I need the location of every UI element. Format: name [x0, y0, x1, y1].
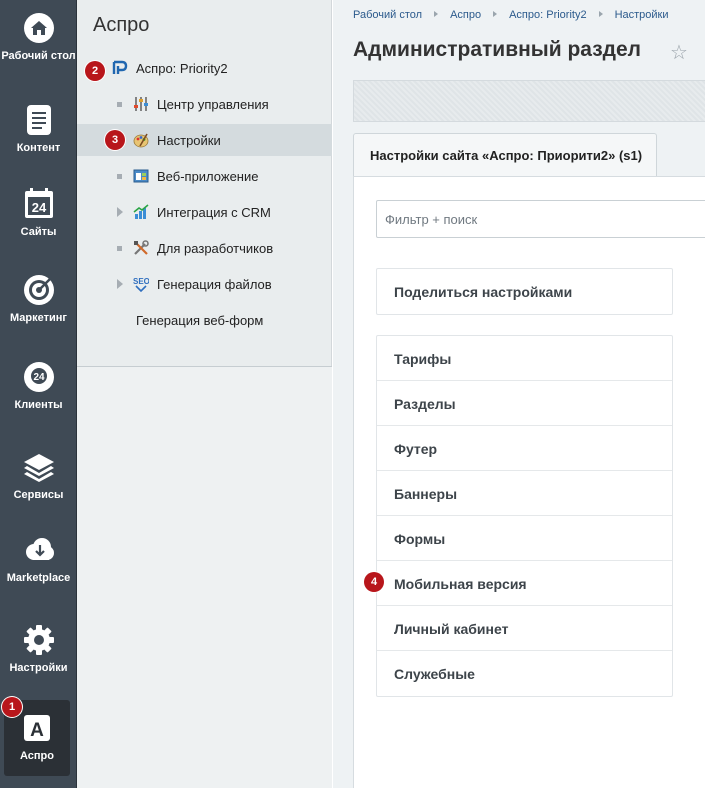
- breadcrumb-separator-icon: [434, 11, 439, 17]
- expand-arrow-icon[interactable]: [117, 207, 123, 217]
- rail-item-label: Аспро: [20, 750, 54, 762]
- page-title: Административный раздел: [353, 38, 642, 61]
- breadcrumb-separator-icon: [598, 11, 603, 17]
- share-settings-card: Поделиться настройками: [376, 268, 673, 315]
- rail-item-label: Контент: [16, 142, 61, 154]
- menu-item-aspro-priority2[interactable]: Аспро: Priority2: [77, 52, 332, 84]
- left-rail: Рабочий стол Контент 24 Сайты Маркетинг …: [0, 0, 77, 788]
- filter-search-input[interactable]: Фильтр + поиск: [376, 200, 705, 238]
- share-settings-button[interactable]: Поделиться настройками: [377, 269, 672, 314]
- rail-item-marketing[interactable]: Маркетинг: [0, 274, 77, 325]
- cloud-download-icon: [25, 538, 54, 560]
- clients-24-icon: 24: [23, 362, 54, 392]
- rail-item-label: Сервисы: [13, 489, 64, 501]
- settings-sections-list: Тарифы Разделы Футер Баннеры Формы Мобил…: [376, 335, 673, 697]
- callout-badge: 2: [85, 61, 105, 81]
- layers-icon: [23, 454, 54, 482]
- menu-item-control-center[interactable]: Центр управления: [77, 88, 332, 120]
- section-sections[interactable]: Разделы: [377, 381, 672, 426]
- svg-text:24: 24: [33, 372, 45, 383]
- section-forms[interactable]: Формы: [377, 516, 672, 561]
- menu-item-label: Центр управления: [157, 97, 269, 112]
- callout-badge: 4: [364, 572, 384, 592]
- svg-text:SEO: SEO: [133, 277, 149, 286]
- rail-item-settings[interactable]: Настройки: [0, 624, 77, 675]
- settings-content: Фильтр + поиск Поделиться настройками Та…: [353, 176, 705, 788]
- rail-item-label: Marketplace: [6, 572, 71, 584]
- seo-icon: SEO: [133, 277, 149, 292]
- svg-text:24: 24: [31, 200, 46, 215]
- rail-item-label: Клиенты: [14, 399, 63, 411]
- menu-title: Аспро: [93, 14, 150, 36]
- rail-item-label: Рабочий стол: [1, 50, 76, 62]
- rail-item-marketplace[interactable]: Marketplace: [0, 534, 77, 585]
- breadcrumb-item[interactable]: Аспро: Priority2: [509, 9, 586, 21]
- tab-site-settings[interactable]: Настройки сайта «Аспро: Приорити2» (s1): [353, 133, 657, 176]
- bullet-marker: [117, 174, 122, 179]
- rail-item-content[interactable]: Контент: [0, 104, 77, 155]
- sliders-icon: [134, 97, 148, 111]
- menu-item-label: Генерация файлов: [157, 277, 272, 292]
- calendar-24-icon: 24: [24, 188, 53, 218]
- expand-arrow-icon[interactable]: [117, 279, 123, 289]
- menu-empty-area: [77, 367, 332, 788]
- menu-item-crm-integration[interactable]: Интеграция с CRM: [77, 196, 332, 228]
- gear-icon: [23, 625, 54, 655]
- rail-item-desktop[interactable]: Рабочий стол: [0, 12, 77, 63]
- menu-item-label: Для разработчиков: [157, 241, 274, 256]
- menu-item-label: Интеграция с CRM: [157, 205, 271, 220]
- breadcrumb-item[interactable]: Рабочий стол: [353, 9, 422, 21]
- menu-item-web-app[interactable]: Веб-приложение: [77, 160, 332, 192]
- callout-badge: 3: [105, 130, 125, 150]
- chart-growth-icon: [133, 204, 149, 219]
- menu-item-label: Веб-приложение: [157, 169, 259, 184]
- svg-text:A: A: [30, 720, 44, 741]
- rail-item-sites[interactable]: 24 Сайты: [0, 188, 77, 239]
- tools-icon: [134, 240, 149, 255]
- home-icon: [23, 13, 54, 43]
- menu-item-developers[interactable]: Для разработчиков: [77, 232, 332, 264]
- favorite-star-icon[interactable]: ☆: [670, 40, 688, 65]
- breadcrumb-separator-icon: [493, 11, 498, 17]
- rail-item-clients[interactable]: 24 Клиенты: [0, 361, 77, 412]
- callout-badge: 1: [2, 697, 22, 717]
- target-icon: [23, 275, 54, 305]
- section-personal-account[interactable]: Личный кабинет: [377, 606, 672, 651]
- priority-logo-icon: [112, 60, 128, 74]
- aspro-a-icon: A: [24, 715, 50, 741]
- section-service[interactable]: Служебные: [377, 651, 672, 696]
- menu-item-webform-generation[interactable]: Генерация веб-форм: [77, 304, 332, 336]
- breadcrumb-item[interactable]: Аспро: [450, 9, 481, 21]
- bullet-marker: [117, 102, 122, 107]
- section-footer[interactable]: Футер: [377, 426, 672, 471]
- rail-item-label: Сайты: [20, 226, 57, 238]
- document-icon: [26, 105, 51, 135]
- main-area: Рабочий стол Аспро Аспро: Priority2 Настрой…: [333, 0, 705, 788]
- section-banners[interactable]: Баннеры: [377, 471, 672, 516]
- menu-item-label: Настройки: [157, 133, 221, 148]
- menu-item-label: Аспро: Priority2: [136, 61, 228, 76]
- toolbar-panel: [353, 80, 705, 122]
- section-mobile-version[interactable]: Мобильная версия: [377, 561, 672, 606]
- palette-icon: [133, 133, 149, 148]
- menu-item-file-generation[interactable]: SEO Генерация файлов: [77, 268, 332, 300]
- menu-item-label: Генерация веб-форм: [136, 313, 264, 328]
- section-menu: Аспро Аспро: Priority2 2 Центр управлени…: [77, 0, 332, 788]
- rail-item-services[interactable]: Сервисы: [0, 451, 77, 502]
- rail-item-label: Маркетинг: [10, 312, 67, 324]
- bullet-marker: [117, 246, 122, 251]
- rail-item-label: Настройки: [9, 662, 68, 674]
- web-app-icon: [133, 169, 149, 183]
- breadcrumb-item[interactable]: Настройки: [615, 9, 669, 21]
- breadcrumb: Рабочий стол Аспро Аспро: Priority2 Настрой…: [353, 9, 669, 21]
- section-tariffs[interactable]: Тарифы: [377, 336, 672, 381]
